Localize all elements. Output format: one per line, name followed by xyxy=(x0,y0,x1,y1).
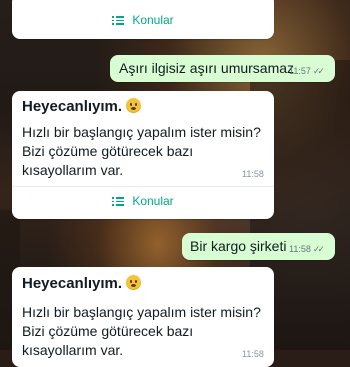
message-time: 11:58 xyxy=(289,244,311,254)
outgoing-message[interactable]: Aşırı ilgisiz aşırı umursamaz 11:57 ✓✓ xyxy=(110,55,335,82)
double-check-icon: ✓✓ xyxy=(312,66,325,76)
message-text: Bir kargo şirketi xyxy=(190,238,287,254)
topics-button[interactable]: Konular xyxy=(12,189,274,213)
message-title: Heyecanlıyım. xyxy=(22,98,123,115)
message-time: 11:58 xyxy=(242,349,264,359)
list-icon xyxy=(112,15,125,25)
incoming-message[interactable]: Heyecanlıyım. Hızlı bir başlangıç yapalı… xyxy=(12,91,274,219)
message-text: Hızlı bir başlangıç yapalım ister misin?… xyxy=(22,304,261,358)
topics-button-label: Konular xyxy=(132,194,174,208)
divider xyxy=(12,186,274,187)
message-time: 11:57 xyxy=(289,66,311,76)
outgoing-message[interactable]: Bir kargo şirketi 11:58 ✓✓ xyxy=(182,233,335,260)
double-check-icon: ✓✓ xyxy=(312,244,325,254)
message-time: 11:58 xyxy=(242,169,264,179)
message-text: Aşırı ilgisiz aşırı umursamaz xyxy=(119,60,295,76)
list-icon xyxy=(112,196,125,206)
upside-down-face-icon xyxy=(126,275,142,290)
topics-button[interactable]: Konular xyxy=(12,8,274,32)
message-text: Hızlı bir başlangıç yapalım ister misin?… xyxy=(22,124,261,178)
incoming-message[interactable]: Heyecanlıyım. Hızlı bir başlangıç yapalı… xyxy=(12,267,274,367)
upside-down-face-icon xyxy=(126,98,142,113)
message-title: Heyecanlıyım. xyxy=(22,275,123,292)
topics-button-label: Konular xyxy=(132,13,174,27)
message-card-top: Konular xyxy=(12,0,274,39)
